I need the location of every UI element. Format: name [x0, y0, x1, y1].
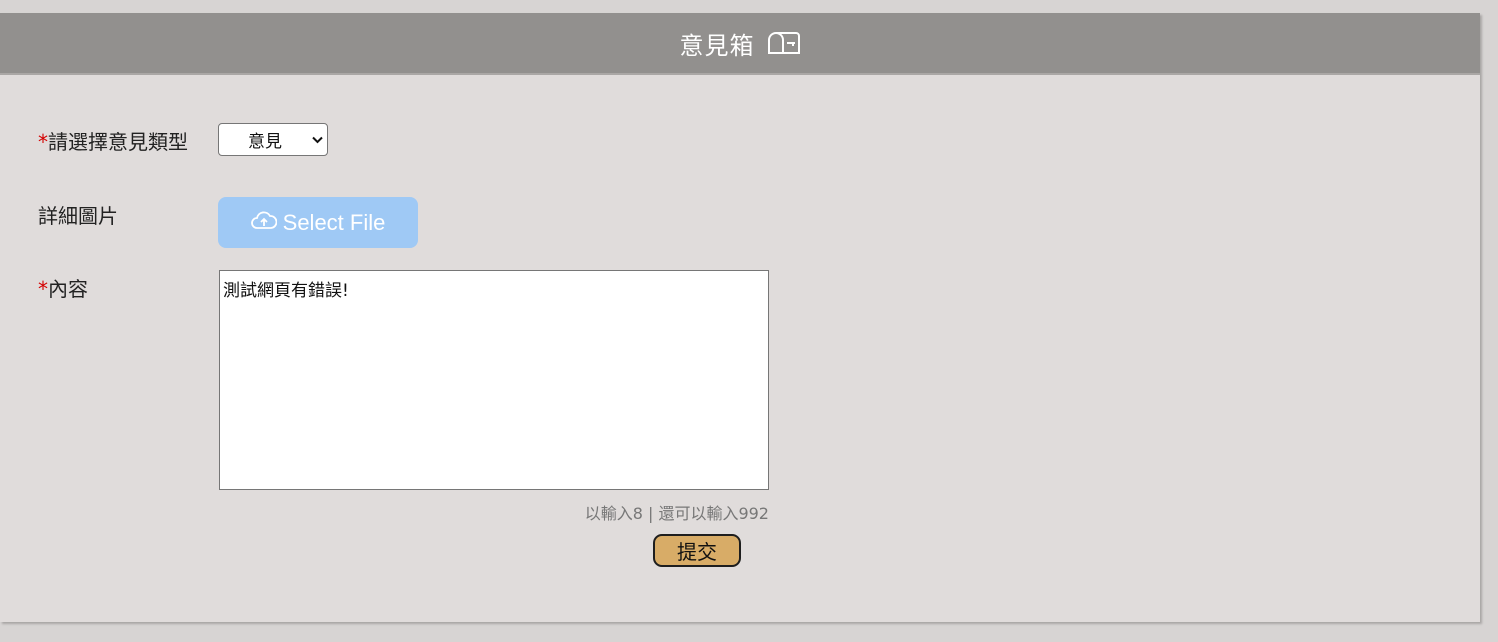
required-mark: *	[38, 130, 48, 154]
character-counter: 以輸入8 | 還可以輸入992	[584, 504, 769, 523]
cloud-upload-icon	[250, 211, 277, 229]
suggestion-box-panel: 意見箱 *請選擇意見類型 意見 詳細圖片 Select File *內容 測試網…	[0, 13, 1480, 622]
select-file-button[interactable]: Select File	[218, 197, 418, 248]
mailbox-icon	[767, 32, 800, 54]
submit-button[interactable]: 提交	[653, 534, 741, 567]
content-label: *內容	[38, 273, 88, 302]
type-label: *請選擇意見類型	[38, 126, 188, 155]
image-label: 詳細圖片	[38, 204, 118, 228]
required-mark: *	[38, 277, 48, 301]
content-label-text: 內容	[48, 277, 88, 301]
type-label-text: 請選擇意見類型	[48, 130, 188, 154]
page-header: 意見箱	[0, 13, 1480, 75]
type-select[interactable]: 意見	[218, 123, 328, 156]
chevron-down-icon	[307, 136, 327, 144]
content-textarea[interactable]: 測試網頁有錯誤!	[219, 270, 769, 490]
page-title: 意見箱	[679, 31, 755, 60]
type-select-value: 意見	[248, 132, 282, 152]
select-file-label: Select File	[282, 209, 386, 235]
